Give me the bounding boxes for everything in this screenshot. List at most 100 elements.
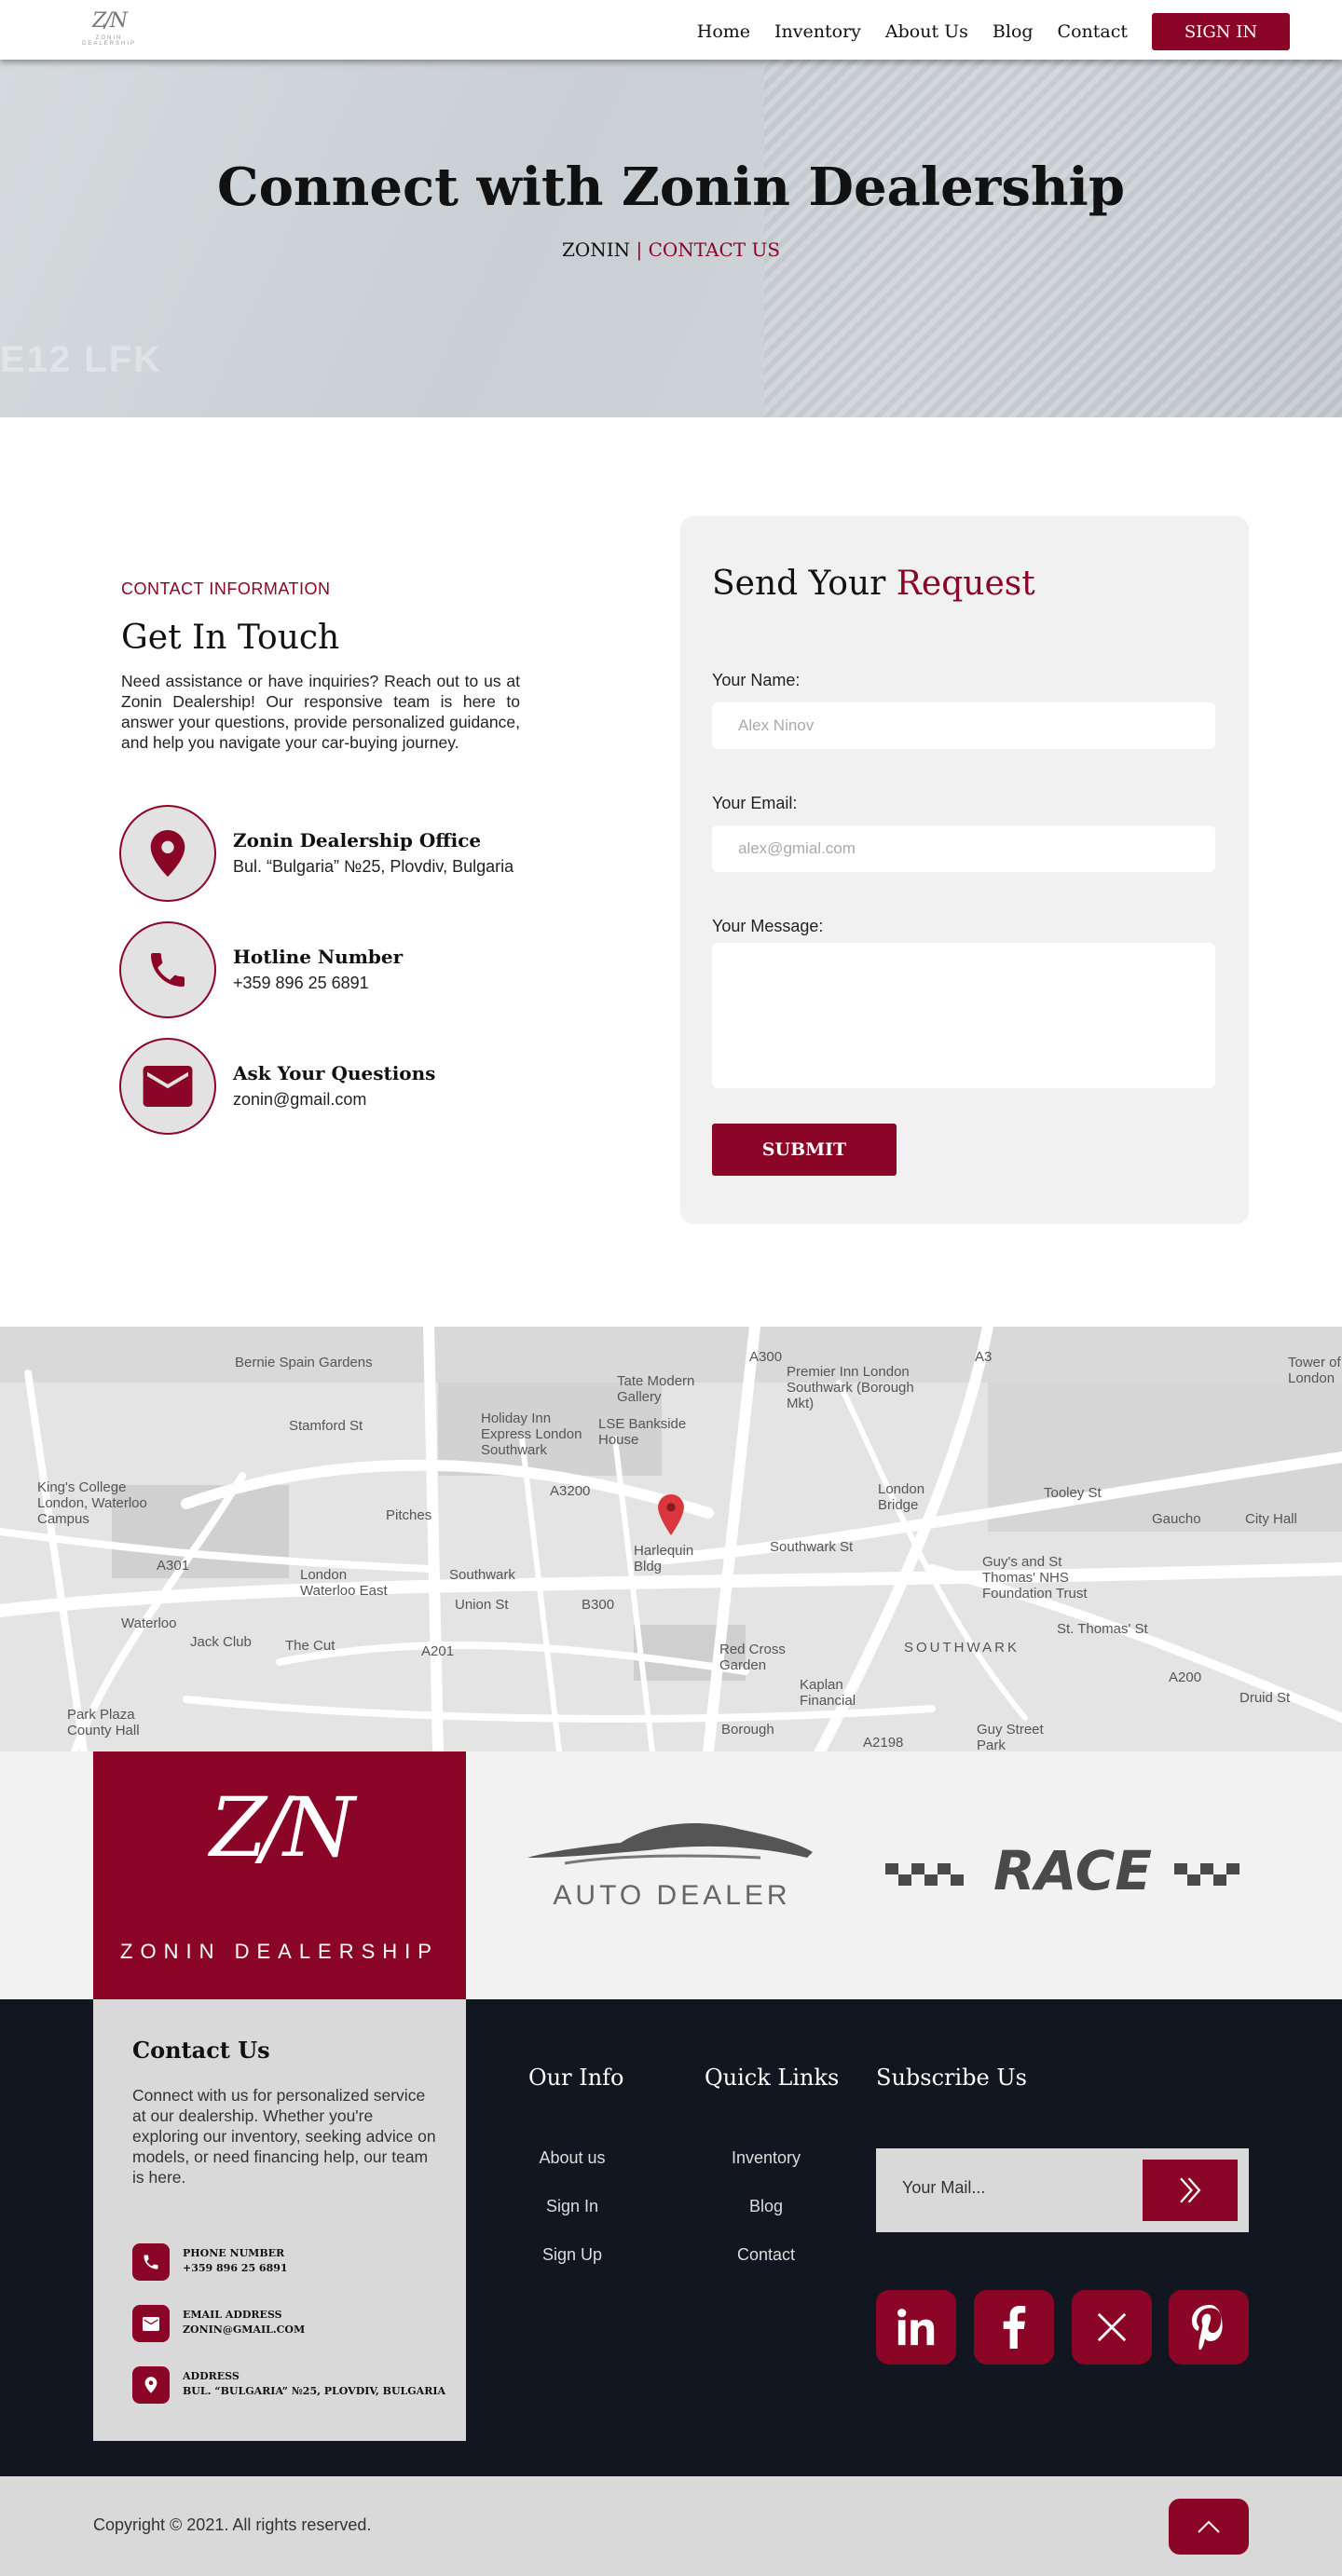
map-label: Premier Inn London Southwark (Borough Mk… xyxy=(787,1364,914,1411)
envelope-icon xyxy=(132,2305,170,2342)
map-label: SOUTHWARK xyxy=(904,1640,1020,1656)
main-nav: Home Inventory About Us Blog Contact SIG… xyxy=(673,13,1290,50)
footer-email-label: EMAIL ADDRESS xyxy=(183,2309,282,2321)
map-label: A200 xyxy=(1169,1670,1202,1685)
logo-wordmark: ZONIN DEALERSHIP xyxy=(81,35,136,47)
footer-link-contact[interactable]: Contact xyxy=(701,2245,831,2265)
footer-contact-text: Connect with us for personalized service… xyxy=(132,2086,436,2187)
map-label: Tooley St xyxy=(1044,1485,1102,1501)
info-item-hotline: Hotline Number +359 896 25 6891 xyxy=(119,921,604,1018)
copyright-text: Copyright © 2021. All rights reserved. xyxy=(93,2515,372,2534)
map-label: London Bridge xyxy=(878,1481,925,1513)
auto-dealer-text: AUTO DEALER xyxy=(553,1880,791,1911)
map-label: A301 xyxy=(157,1558,190,1574)
info-item-title: Ask Your Questions xyxy=(233,1062,436,1084)
footer-address-label: ADDRESS xyxy=(183,2370,240,2382)
footer-address-row: ADDRESS BUL. “BULGARIA” №25, PLOVDIV, BU… xyxy=(132,2366,449,2404)
quick-links-title: Quick Links xyxy=(705,2065,840,2091)
map-label: Pitches xyxy=(386,1507,432,1523)
map-label: Guy's and St Thomas' NHS Foundation Trus… xyxy=(982,1554,1088,1601)
map-label: King's College London, Waterloo Campus xyxy=(37,1479,147,1527)
info-item-value: +359 896 25 6891 xyxy=(233,974,369,992)
subscribe-email-input[interactable]: Your Mail... xyxy=(902,2178,985,2198)
header-logo[interactable]: Z/N ZONIN DEALERSHIP xyxy=(67,7,151,52)
our-info-title: Our Info xyxy=(528,2065,624,2091)
footer-link-sign-in[interactable]: Sign In xyxy=(507,2197,637,2216)
facebook-icon[interactable] xyxy=(974,2290,1054,2365)
car-silhouette-icon xyxy=(527,1822,813,1865)
brand-logo-word: ZONIN DEALERSHIP xyxy=(120,1940,439,1963)
hero-banner: E12 LFK Connect with Zonin Dealership ZO… xyxy=(0,60,1342,417)
footer-contact-title: Contact Us xyxy=(132,2037,270,2064)
form-title: Send Your Request xyxy=(712,565,1035,603)
map-label: LSE Bankside House xyxy=(598,1416,687,1448)
double-chevron-right-icon xyxy=(1180,2177,1201,2203)
message-textarea[interactable] xyxy=(712,943,1215,1088)
map-label: Druid St xyxy=(1239,1690,1291,1706)
footer-email-row: EMAIL ADDRESS ZONIN@GMAIL.COM xyxy=(132,2305,449,2342)
map-label: Southwark St xyxy=(770,1539,854,1555)
subscribe-title: Subscribe Us xyxy=(876,2065,1027,2091)
map-label: B300 xyxy=(582,1597,615,1613)
subscribe-button[interactable] xyxy=(1143,2160,1238,2221)
name-label: Your Name: xyxy=(712,671,801,689)
map-label: Gaucho xyxy=(1152,1511,1201,1527)
phone-icon xyxy=(119,921,216,1018)
breadcrumb-home[interactable]: ZONIN xyxy=(562,239,630,261)
back-to-top-button[interactable] xyxy=(1169,2499,1249,2555)
pinterest-icon[interactable] xyxy=(1169,2290,1249,2365)
footer-link-blog[interactable]: Blog xyxy=(701,2197,831,2216)
map-label: Tower of London xyxy=(1288,1355,1341,1386)
contact-description: Need assistance or have inquiries? Reach… xyxy=(121,672,520,752)
info-item-value: zonin@gmail.com xyxy=(233,1090,367,1109)
request-form: Send Your Request Your Name: Alex Ninov … xyxy=(680,516,1249,1224)
nav-inventory[interactable]: Inventory xyxy=(774,21,861,42)
map-label: Harlequin Bldg xyxy=(634,1543,694,1574)
map-label: Stamford St xyxy=(289,1418,363,1434)
auto-dealer-logo: AUTO DEALER xyxy=(527,1815,816,1917)
linkedin-icon[interactable] xyxy=(876,2290,956,2365)
location-pin-icon xyxy=(119,805,216,902)
submit-button[interactable]: SUBMIT xyxy=(712,1124,897,1176)
map-label: St. Thomas' St xyxy=(1057,1621,1148,1637)
contact-eyebrow: CONTACT INFORMATION xyxy=(121,579,331,598)
map-label: Tate Modern Gallery xyxy=(617,1373,695,1405)
footer-link-sign-up[interactable]: Sign Up xyxy=(507,2245,637,2265)
map-label: Borough xyxy=(721,1722,774,1738)
nav-about-us[interactable]: About Us xyxy=(885,21,968,42)
map-pin-icon[interactable] xyxy=(658,1494,684,1540)
location-pin-icon xyxy=(132,2366,170,2404)
map-label: Kaplan Financial xyxy=(800,1677,856,1709)
form-title-accent: Request xyxy=(896,565,1035,603)
name-input[interactable]: Alex Ninov xyxy=(712,702,1215,749)
chevron-up-icon xyxy=(1198,2520,1220,2533)
map-label: A3200 xyxy=(550,1483,591,1499)
breadcrumb: ZONIN | CONTACT US xyxy=(0,239,1342,261)
email-label: Your Email: xyxy=(712,794,798,812)
copyright-bar: Copyright © 2021. All rights reserved. xyxy=(0,2476,1342,2576)
email-input[interactable]: alex@gmial.com xyxy=(712,825,1215,872)
footer-link-inventory[interactable]: Inventory xyxy=(701,2148,831,2168)
info-item-email: Ask Your Questions zonin@gmail.com xyxy=(119,1038,604,1135)
nav-home[interactable]: Home xyxy=(697,21,750,42)
footer-link-about-us[interactable]: About us xyxy=(507,2148,637,2168)
map-label: A201 xyxy=(421,1643,455,1659)
footer-phone-label: PHONE NUMBER xyxy=(183,2247,285,2259)
x-icon[interactable] xyxy=(1072,2290,1152,2365)
info-item-value: Bul. “Bulgaria” №25, Plovdiv, Bulgaria xyxy=(233,857,514,876)
footer-contact-panel: Contact Us Connect with us for personali… xyxy=(93,1999,466,2441)
map-label: A3 xyxy=(975,1349,993,1365)
map-label: Holiday Inn Express London Southwark xyxy=(481,1411,582,1458)
logo-mark: Z/N xyxy=(92,9,128,33)
nav-contact[interactable]: Contact xyxy=(1058,21,1128,42)
info-item-office: Zonin Dealership Office Bul. “Bulgaria” … xyxy=(119,805,604,902)
race-text: RACE xyxy=(993,1839,1152,1902)
nav-blog[interactable]: Blog xyxy=(993,21,1034,42)
breadcrumb-current: CONTACT US xyxy=(648,239,781,261)
footer-phone-row: PHONE NUMBER +359 896 25 6891 xyxy=(132,2243,449,2281)
map-label: A300 xyxy=(749,1349,783,1365)
sign-in-button[interactable]: SIGN IN xyxy=(1152,13,1290,50)
map-label: Union St xyxy=(455,1597,509,1613)
map-label: Waterloo xyxy=(121,1615,177,1631)
hero-plate-text: E12 LFK xyxy=(0,339,163,380)
